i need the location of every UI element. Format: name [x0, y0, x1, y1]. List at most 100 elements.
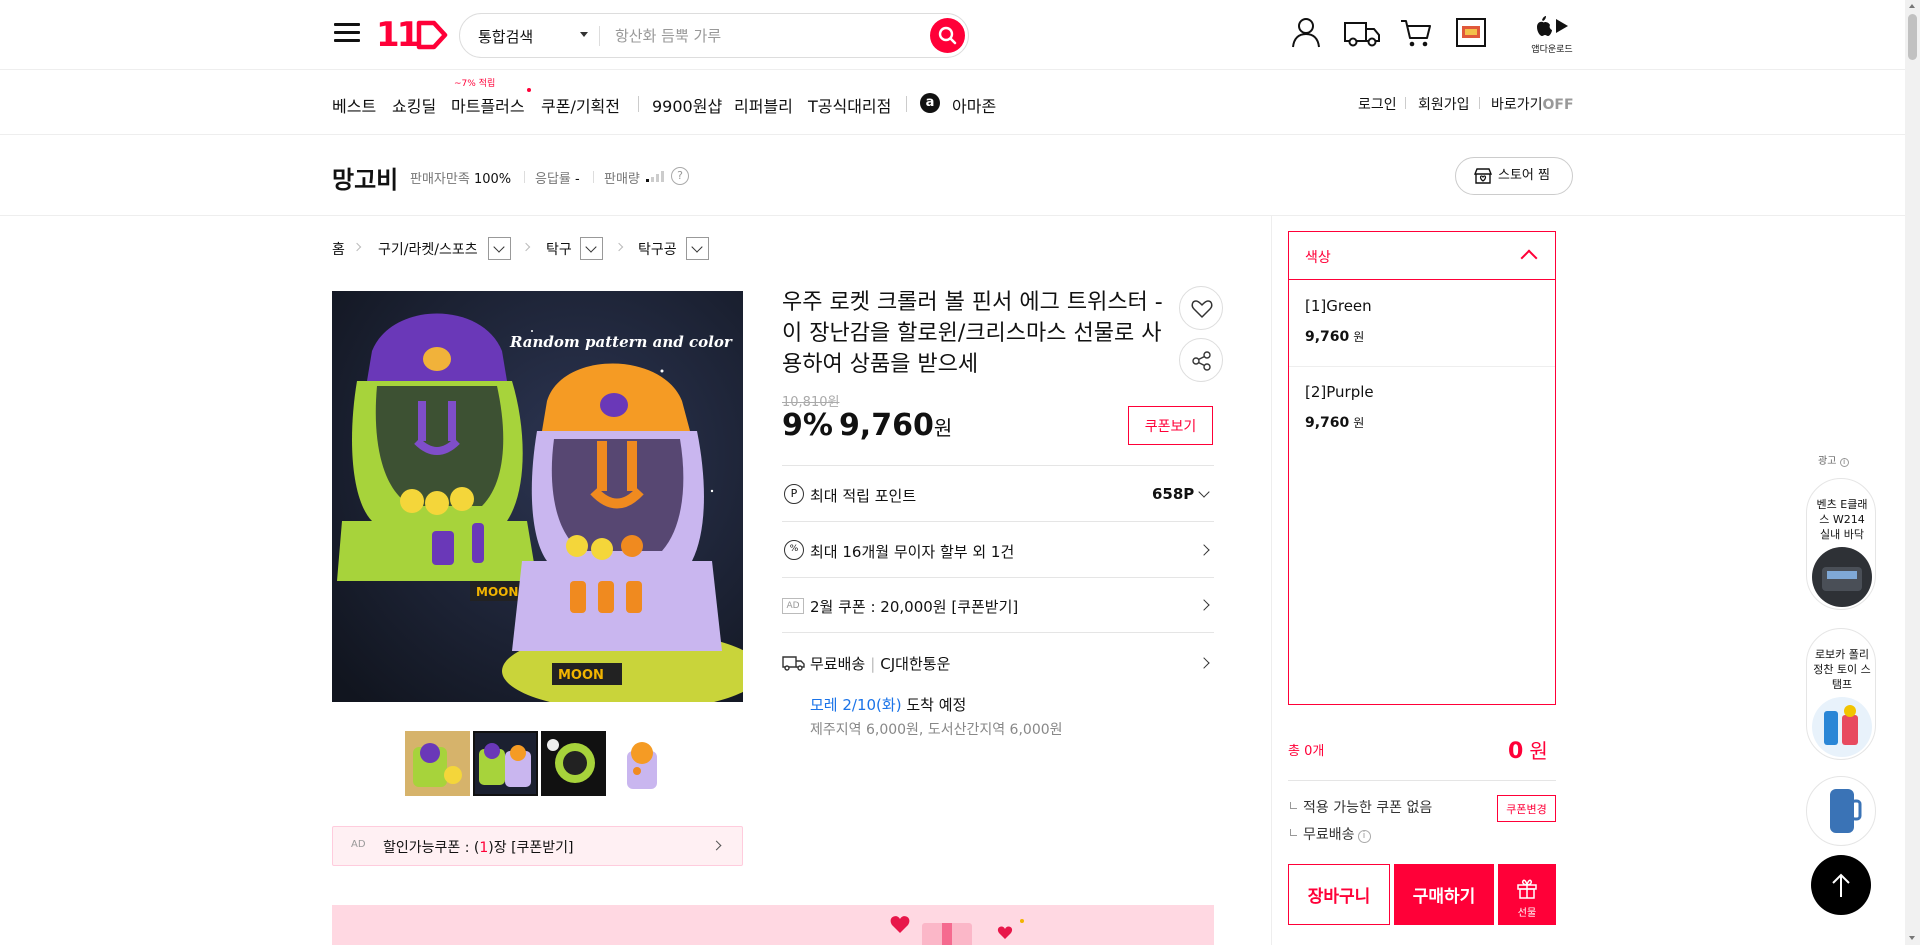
thumbnail[interactable]: [609, 731, 674, 796]
recent-viewed-icon[interactable]: [1455, 14, 1487, 50]
installment-row[interactable]: % 최대 16개월 무이자 할부 외 1건: [782, 521, 1214, 577]
svg-text:MOON: MOON: [558, 668, 604, 683]
side-ad-text: 로보카 폴리 정찬 토이 스탬프: [1813, 648, 1871, 691]
nav-item-refurbly[interactable]: 리퍼블리: [734, 93, 793, 117]
gift-label: 선물: [1517, 908, 1537, 919]
product-main-image[interactable]: Random pattern and color MOON MOON: [332, 291, 743, 702]
breadcrumb-home[interactable]: 홈: [332, 239, 345, 259]
nav-item-amazon[interactable]: 아마존: [952, 93, 996, 117]
points-label: 최대 적립 포인트: [810, 487, 917, 505]
coupon-status: 적용 가능한 쿠폰 없음: [1290, 797, 1432, 817]
ad-tag: AD: [351, 839, 366, 850]
scroll-up-arrow-icon[interactable]: [1909, 4, 1915, 8]
chevron-down-icon: [1198, 486, 1210, 498]
gift-button[interactable]: 선물: [1498, 864, 1556, 925]
discount-rate: 9%: [782, 408, 833, 443]
total-divider: [1288, 780, 1556, 781]
option-header[interactable]: 색상: [1289, 232, 1555, 280]
change-coupon-button[interactable]: 쿠폰변경: [1497, 795, 1556, 822]
breadcrumb-dropdown[interactable]: [580, 237, 603, 260]
user-icon[interactable]: [1288, 14, 1324, 50]
breadcrumb-category-2[interactable]: 탁구: [546, 239, 572, 259]
ad-label-text: 광고: [1818, 456, 1837, 467]
menu-icon[interactable]: [334, 21, 360, 45]
amazon-icon: a: [920, 93, 940, 113]
chevron-right-icon: [352, 242, 362, 252]
points-row[interactable]: P 최대 적립 포인트 658P: [782, 465, 1214, 521]
side-ad-card[interactable]: 로보카 폴리 정찬 토이 스탬프: [1806, 628, 1876, 760]
breadcrumb-dropdown[interactable]: [488, 237, 511, 260]
chevron-down-icon[interactable]: [580, 32, 588, 37]
seller-bar: 망고비 판매자만족 100% 응답률 - 판매량 ? 스토어 찜: [0, 136, 1905, 216]
chevron-right-icon: [1198, 657, 1210, 669]
buy-now-button[interactable]: 구매하기: [1394, 864, 1494, 925]
discount-coupon-banner[interactable]: AD 할인가능쿠폰 : (1)장 [쿠폰받기]: [332, 826, 743, 866]
add-to-cart-button[interactable]: 장바구니: [1288, 864, 1390, 925]
truck-icon[interactable]: [1342, 14, 1382, 50]
signup-link[interactable]: 회원가입: [1418, 94, 1470, 114]
shortcut-toggle[interactable]: 바로가기OFF: [1491, 94, 1574, 114]
coupon-count: 1: [479, 840, 489, 856]
thumbnail[interactable]: [473, 731, 538, 796]
option-price-unit: 원: [1353, 330, 1365, 344]
delivery-extra-fee: 제주지역 6,000원, 도서산간지역 6,000원: [810, 722, 1063, 738]
product-title: 우주 로켓 크롤러 볼 핀서 에그 트위스터 - 이 장난감을 할로윈/크리스마…: [782, 290, 1163, 377]
seller-sales: 판매량: [604, 172, 640, 187]
chevron-right-icon: [711, 840, 722, 851]
help-icon[interactable]: ?: [671, 167, 689, 185]
search-icon: [938, 26, 957, 45]
side-ad-card[interactable]: [1806, 776, 1876, 846]
site-logo[interactable]: 11: [376, 15, 448, 55]
price-line: 9% 9,760원: [782, 408, 952, 443]
option-item[interactable]: [1]Green 9,760 원: [1289, 281, 1555, 367]
search-bar: 통합검색: [459, 13, 969, 58]
cart-icon[interactable]: [1398, 14, 1434, 50]
store-follow-button[interactable]: 스토어 찜: [1455, 157, 1573, 195]
scroll-down-arrow-icon[interactable]: [1909, 936, 1915, 940]
view-coupon-button[interactable]: 쿠폰보기: [1128, 406, 1213, 445]
promo-banner[interactable]: [332, 905, 1214, 945]
shipping-row[interactable]: 무료배송 | CJ대한통운 모레 2/10(화) 도착 예정 제주지역 6,000원…: [782, 632, 1214, 738]
option-price-unit: 원: [1353, 416, 1365, 430]
share-button[interactable]: [1179, 338, 1223, 382]
side-ad-card[interactable]: 벤츠 E클래스 W214 실내 바닥: [1806, 478, 1876, 610]
heart-icon: [1191, 300, 1213, 318]
nav-item-coupon[interactable]: 쿠폰/기획전: [541, 93, 620, 117]
nav-divider: [906, 96, 907, 112]
thumbnail[interactable]: [405, 731, 470, 796]
seller-name[interactable]: 망고비: [332, 160, 398, 195]
scroll-top-button[interactable]: [1811, 855, 1871, 915]
nav-item-t-official[interactable]: T공식대리점: [808, 93, 891, 117]
scrollbar-thumb[interactable]: [1908, 14, 1917, 60]
breadcrumb-dropdown[interactable]: [686, 237, 709, 260]
search-category-select[interactable]: 통합검색: [478, 26, 533, 47]
wishlist-button[interactable]: [1179, 286, 1223, 330]
app-download-label: 앱다운로드: [1531, 45, 1573, 55]
logo-text: 11: [376, 15, 420, 55]
option-item[interactable]: [2]Purple 9,760 원: [1289, 367, 1555, 453]
coupon-offer-row[interactable]: AD 2월 쿠폰 : 20,000원 [쿠폰받기]: [782, 577, 1214, 632]
breadcrumb-category-1[interactable]: 구기/라켓/스포츠: [378, 239, 478, 259]
page-scrollbar[interactable]: [1905, 0, 1920, 945]
search-button[interactable]: [930, 18, 965, 53]
free-shipping-note: 무료배송 i: [1290, 824, 1371, 844]
ad-label: 광고 i: [1818, 452, 1849, 467]
breadcrumb-category-3[interactable]: 탁구공: [638, 239, 677, 259]
nav-item-best[interactable]: 베스트: [332, 93, 376, 117]
chevron-up-icon[interactable]: [1520, 249, 1538, 267]
nav-item-mart-plus[interactable]: 마트플러스: [451, 93, 525, 117]
option-price-value: 9,760: [1305, 415, 1350, 431]
chevron-right-icon: [521, 242, 531, 252]
search-input[interactable]: [615, 23, 905, 49]
option-price-value: 9,760: [1305, 329, 1350, 345]
thumbnail[interactable]: [541, 731, 606, 796]
image-caption: Random pattern and color: [509, 333, 733, 351]
chevron-right-icon: [614, 242, 624, 252]
info-icon[interactable]: i: [1357, 830, 1371, 843]
sales-level-bars: [646, 170, 666, 182]
nav-item-shocking-deal[interactable]: 쇼킹딜: [392, 93, 436, 117]
nav-item-9900[interactable]: 9900원샵: [652, 93, 722, 117]
side-ad-text: 벤츠 E클래스 W214 실내 바닥: [1816, 498, 1868, 541]
app-download[interactable]: 앱다운로드: [1528, 14, 1576, 55]
login-link[interactable]: 로그인: [1358, 94, 1397, 114]
